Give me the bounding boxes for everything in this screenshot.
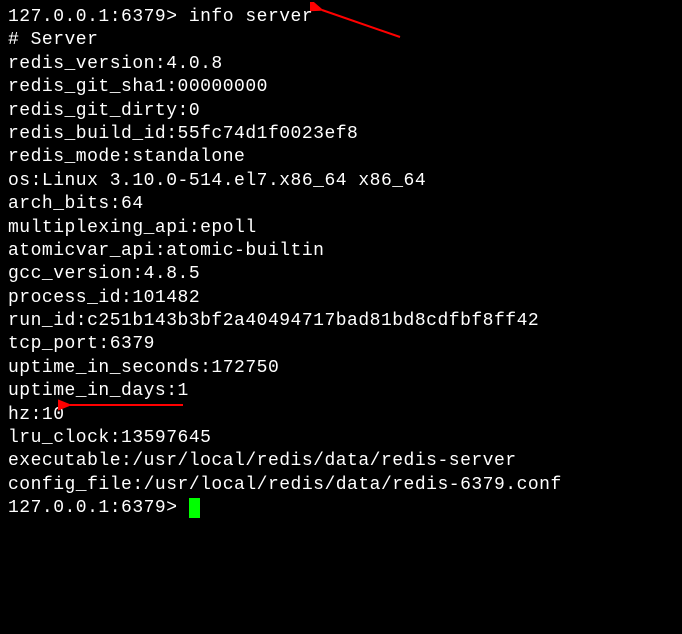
output-line: redis_git_sha1:00000000 <box>8 76 674 99</box>
output-line: config_file:/usr/local/redis/data/redis-… <box>8 474 674 497</box>
output-line: tcp_port:6379 <box>8 333 674 356</box>
output-line: redis_build_id:55fc74d1f0023ef8 <box>8 123 674 146</box>
output-line: executable:/usr/local/redis/data/redis-s… <box>8 450 674 473</box>
output-line: redis_mode:standalone <box>8 146 674 169</box>
output-line: redis_version:4.0.8 <box>8 53 674 76</box>
output-line: hz:10 <box>8 404 674 427</box>
output-line: atomicvar_api:atomic-builtin <box>8 240 674 263</box>
output-line: redis_git_dirty:0 <box>8 100 674 123</box>
output-line: lru_clock:13597645 <box>8 427 674 450</box>
output-line: gcc_version:4.8.5 <box>8 263 674 286</box>
output-line: multiplexing_api:epoll <box>8 217 674 240</box>
prompt-line-1: 127.0.0.1:6379> info server <box>8 6 674 29</box>
prompt-prefix: 127.0.0.1:6379> <box>8 7 189 27</box>
command-entered: info server <box>189 7 313 27</box>
prompt-line-2[interactable]: 127.0.0.1:6379> <box>8 497 674 520</box>
output-line: run_id:c251b143b3bf2a40494717bad81bd8cdf… <box>8 310 674 333</box>
output-line: uptime_in_seconds:172750 <box>8 357 674 380</box>
output-line: arch_bits:64 <box>8 193 674 216</box>
output-line: process_id:101482 <box>8 287 674 310</box>
prompt-prefix: 127.0.0.1:6379> <box>8 498 189 518</box>
cursor-icon <box>189 498 200 518</box>
output-line: os:Linux 3.10.0-514.el7.x86_64 x86_64 <box>8 170 674 193</box>
section-header: # Server <box>8 29 674 52</box>
output-line: uptime_in_days:1 <box>8 380 674 403</box>
